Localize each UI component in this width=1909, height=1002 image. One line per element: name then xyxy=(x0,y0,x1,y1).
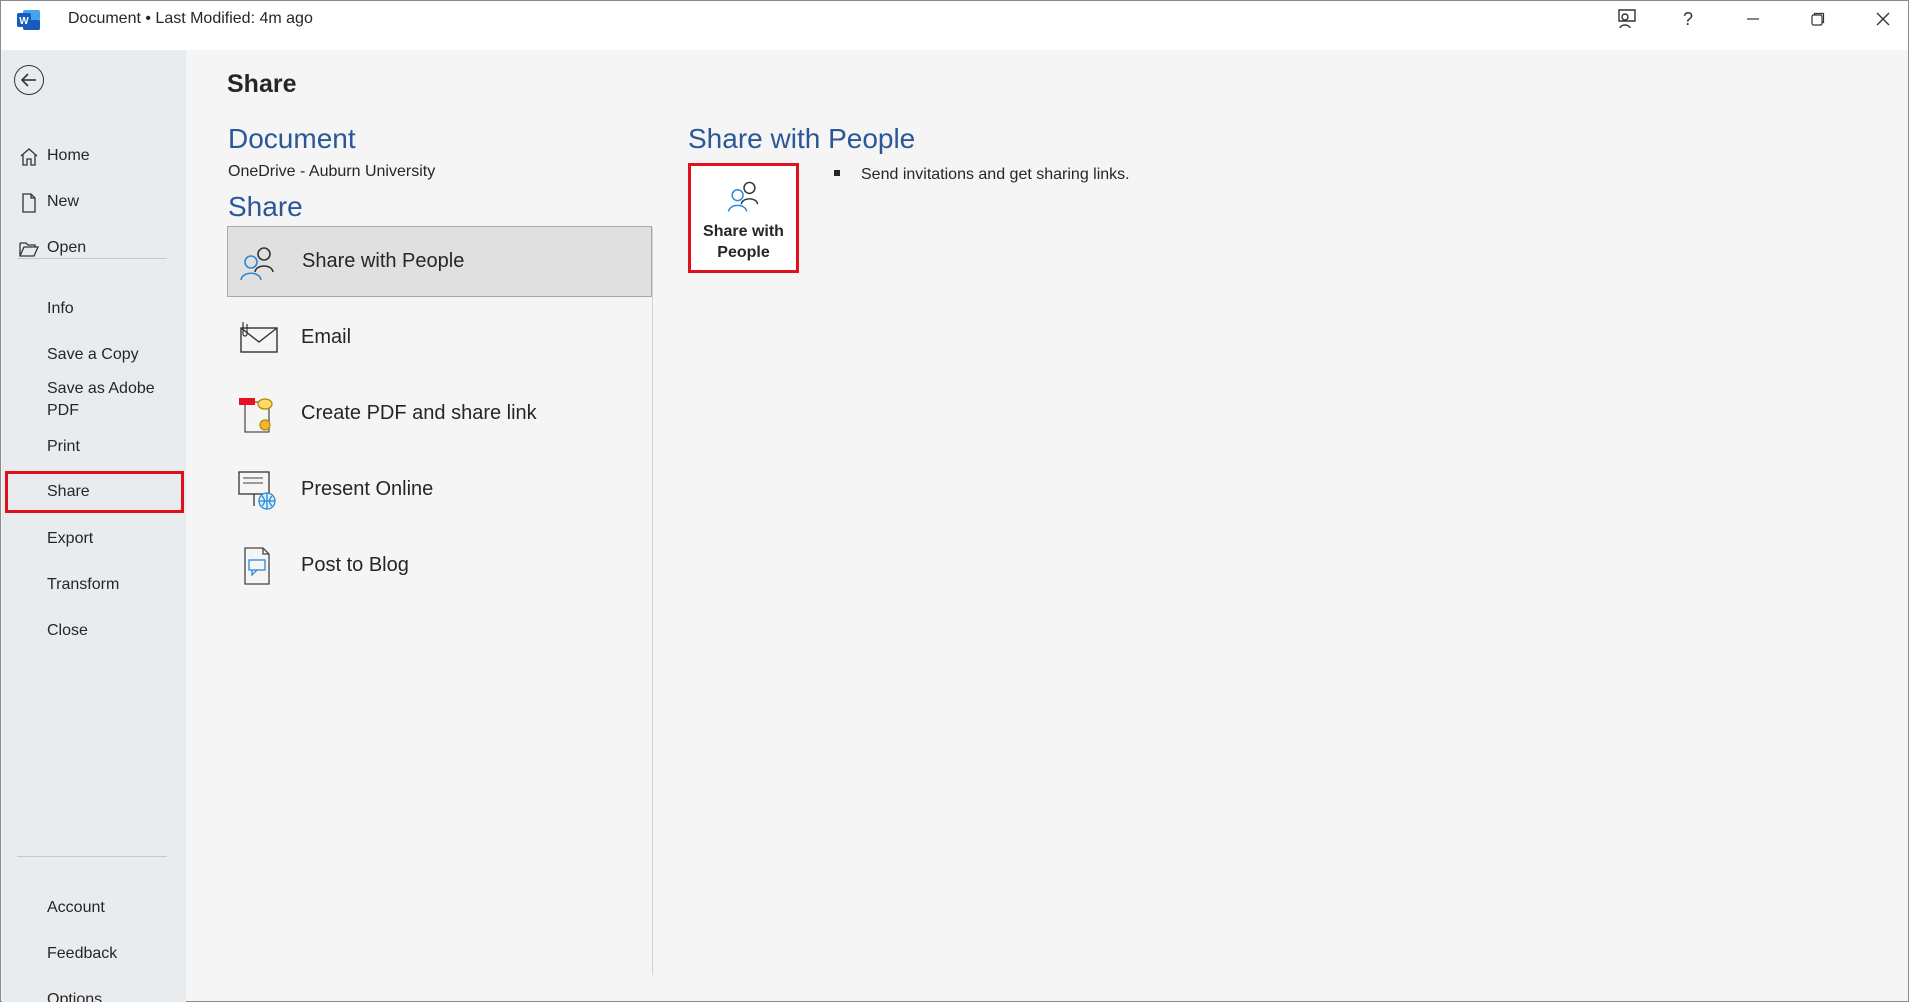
nav-item-options[interactable]: Options xyxy=(5,979,184,1002)
document-heading: Document xyxy=(228,123,356,154)
nav-label-close: Close xyxy=(47,622,88,639)
share-option-label: Create PDF and share link xyxy=(301,402,537,424)
nav-separator xyxy=(17,258,167,259)
pdf-share-icon xyxy=(239,397,273,433)
share-option-label: Email xyxy=(301,326,352,348)
back-button[interactable] xyxy=(14,65,44,95)
button-label-line2: People xyxy=(717,244,770,261)
nav-label-account: Account xyxy=(47,899,105,916)
nav-label-open: Open xyxy=(47,239,87,256)
bullet-marker xyxy=(834,170,840,176)
word-window: W Document • Last Modified: 4m ago ? Hom… xyxy=(0,0,1909,1002)
blog-post-icon xyxy=(244,546,270,585)
window-title: Document • Last Modified: 4m ago xyxy=(68,10,313,27)
nav-label-save-a-copy: Save a Copy xyxy=(47,346,139,363)
nav-label-home: Home xyxy=(47,147,90,164)
close-window-button[interactable] xyxy=(1851,1,1909,37)
share-description: Send invitations and get sharing links. xyxy=(861,166,1130,183)
people-icon xyxy=(240,246,274,280)
nav-item-account[interactable]: Account xyxy=(5,887,184,929)
page-title: Share xyxy=(227,70,297,98)
nav-item-print[interactable]: Print xyxy=(5,426,184,468)
share-section-heading: Share xyxy=(228,191,303,222)
title-bar: W Document • Last Modified: 4m ago ? xyxy=(1,1,1908,50)
presenter-coach-icon xyxy=(1618,9,1636,29)
close-icon xyxy=(1876,12,1890,26)
share-option-share-with-people[interactable]: Share with People xyxy=(227,226,652,297)
nav-label-transform: Transform xyxy=(47,576,120,593)
nav-label-print: Print xyxy=(47,438,80,455)
home-icon xyxy=(20,148,38,166)
share-option-email[interactable]: Email xyxy=(227,302,652,373)
folder-open-icon xyxy=(19,242,39,257)
nav-label-export: Export xyxy=(47,530,94,547)
present-online-icon xyxy=(238,470,276,510)
share-with-people-button-label: Share with People xyxy=(699,221,789,263)
minimize-button[interactable] xyxy=(1721,1,1785,37)
share-with-people-button[interactable]: Share with People xyxy=(688,163,799,273)
nav-label-share: Share xyxy=(47,483,90,500)
nav-label-feedback: Feedback xyxy=(47,945,118,962)
nav-item-new[interactable]: New xyxy=(5,181,184,223)
share-option-present-online[interactable]: Present Online xyxy=(227,454,652,525)
share-option-post-to-blog[interactable]: Post to Blog xyxy=(227,530,652,601)
help-icon: ? xyxy=(1682,8,1693,29)
nav-item-home[interactable]: Home xyxy=(5,135,184,177)
nav-item-open[interactable]: Open xyxy=(5,227,184,269)
nav-separator xyxy=(17,856,167,857)
nav-label-new: New xyxy=(47,193,80,210)
people-icon xyxy=(727,181,758,212)
nav-item-export[interactable]: Export xyxy=(5,518,184,560)
new-document-icon xyxy=(22,193,36,213)
nav-item-feedback[interactable]: Feedback xyxy=(5,933,184,975)
detail-heading: Share with People xyxy=(688,123,916,154)
nav-label-info: Info xyxy=(47,300,74,317)
button-label-line1: Share with xyxy=(703,223,784,240)
svg-text:W: W xyxy=(19,16,29,27)
document-location: OneDrive - Auburn University xyxy=(228,163,436,180)
pane-divider xyxy=(652,227,653,975)
nav-label-save-as-adobe-pdf: Save as Adobe PDF xyxy=(47,380,155,419)
nav-item-info[interactable]: Info xyxy=(5,288,184,330)
restore-icon xyxy=(1811,12,1825,26)
nav-label-options: Options xyxy=(47,991,103,1002)
envelope-icon xyxy=(240,321,278,353)
word-logo-icon: W xyxy=(17,10,40,30)
nav-item-transform[interactable]: Transform xyxy=(5,564,184,606)
back-arrow-icon xyxy=(20,73,36,87)
restore-button[interactable] xyxy=(1786,1,1850,37)
help-button[interactable]: ? xyxy=(1656,1,1720,37)
nav-item-save-as-adobe-pdf[interactable]: Save as Adobe PDF xyxy=(5,368,184,432)
share-option-label: Share with People xyxy=(302,250,465,272)
share-option-label: Present Online xyxy=(301,478,434,500)
presenter-coach-button[interactable] xyxy=(1595,1,1659,37)
nav-item-close[interactable]: Close xyxy=(5,610,184,652)
minimize-icon xyxy=(1747,18,1759,20)
share-option-label: Post to Blog xyxy=(301,554,409,576)
nav-item-share[interactable]: Share xyxy=(5,471,184,513)
backstage-nav: Home New Open Info Save a Copy Save as A… xyxy=(2,50,186,1002)
share-option-create-pdf[interactable]: Create PDF and share link xyxy=(227,378,652,449)
